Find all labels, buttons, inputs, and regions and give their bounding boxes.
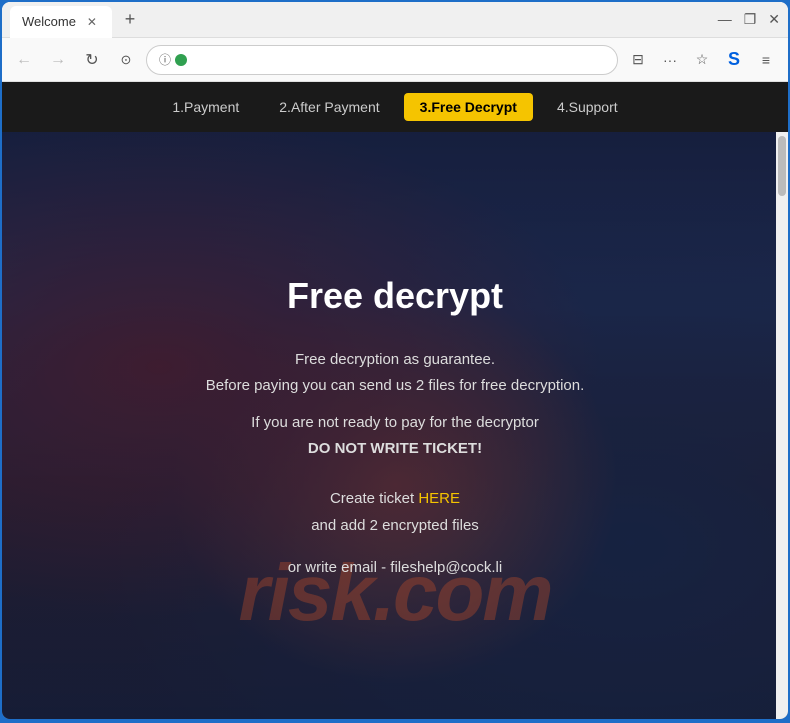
- back-button[interactable]: ←: [10, 46, 38, 74]
- address-input-container[interactable]: ⓘ: [146, 45, 618, 75]
- new-tab-button[interactable]: +: [116, 6, 144, 34]
- ticket-line: Create ticket HERE: [206, 485, 585, 512]
- menu-button[interactable]: ≡: [752, 46, 780, 74]
- back-icon: ←: [16, 51, 32, 69]
- address-input[interactable]: [193, 52, 605, 67]
- menu-icon: ≡: [762, 52, 770, 68]
- home-button[interactable]: ⊙: [112, 46, 140, 74]
- account-icon: S: [728, 49, 740, 70]
- close-button[interactable]: ✕: [768, 11, 780, 28]
- minimize-button[interactable]: —: [718, 11, 732, 28]
- email-line: or write email - fileshelp@cock.li: [206, 559, 585, 576]
- forward-button[interactable]: →: [44, 46, 72, 74]
- warning-text: If you are not ready to pay for the decr…: [206, 410, 585, 461]
- window-controls: — ❐ ✕: [718, 11, 780, 28]
- tab-title: Welcome: [22, 14, 76, 29]
- bookmark-button[interactable]: ☆: [688, 46, 716, 74]
- nav-payment[interactable]: 1.Payment: [156, 93, 255, 121]
- site-nav: 1.Payment 2.After Payment 3.Free Decrypt…: [2, 82, 788, 132]
- title-bar: Welcome ✕ + — ❐ ✕: [2, 2, 788, 38]
- ticket-here-link[interactable]: HERE: [418, 490, 460, 507]
- maximize-button[interactable]: ❐: [744, 11, 757, 28]
- more-tools-button[interactable]: ···: [656, 46, 684, 74]
- home-icon: ⊙: [121, 52, 132, 68]
- reload-icon: ↻: [85, 50, 98, 70]
- nav-after-payment[interactable]: 2.After Payment: [263, 93, 395, 121]
- main-area: risk.com Free decrypt Free decryption as…: [2, 132, 788, 719]
- security-dot: [175, 54, 187, 66]
- toolbar-icons: ⊟ ··· ☆ S ≡: [624, 46, 780, 74]
- account-button[interactable]: S: [720, 46, 748, 74]
- scrollbar-thumb[interactable]: [778, 136, 786, 196]
- content-box: Free decrypt Free decryption as guarante…: [186, 255, 605, 596]
- more-icon: ···: [663, 52, 677, 68]
- address-bar: ← → ↻ ⊙ ⓘ ⊟ ··· ☆: [2, 38, 788, 82]
- page-content: 1.Payment 2.After Payment 3.Free Decrypt…: [2, 82, 788, 719]
- bookmark-icon: ☆: [696, 51, 709, 68]
- reader-icon: ⊟: [632, 51, 644, 68]
- reader-view-button[interactable]: ⊟: [624, 46, 652, 74]
- security-info: ⓘ: [159, 51, 187, 68]
- ticket-section: Create ticket HERE and add 2 encrypted f…: [206, 485, 585, 539]
- reload-button[interactable]: ↻: [78, 46, 106, 74]
- forward-icon: →: [50, 51, 66, 69]
- page-title: Free decrypt: [206, 275, 585, 317]
- guarantee-text: Free decryption as guarantee. Before pay…: [206, 347, 585, 398]
- tab-close-button[interactable]: ✕: [84, 14, 100, 30]
- nav-free-decrypt[interactable]: 3.Free Decrypt: [404, 93, 533, 121]
- browser-window: Welcome ✕ + — ❐ ✕ ← → ↻ ⊙ ⓘ: [2, 2, 788, 719]
- browser-tab[interactable]: Welcome ✕: [10, 6, 112, 38]
- nav-support[interactable]: 4.Support: [541, 93, 634, 121]
- scrollbar[interactable]: [776, 132, 788, 719]
- add-files-line: and add 2 encrypted files: [206, 512, 585, 539]
- info-icon: ⓘ: [159, 51, 171, 68]
